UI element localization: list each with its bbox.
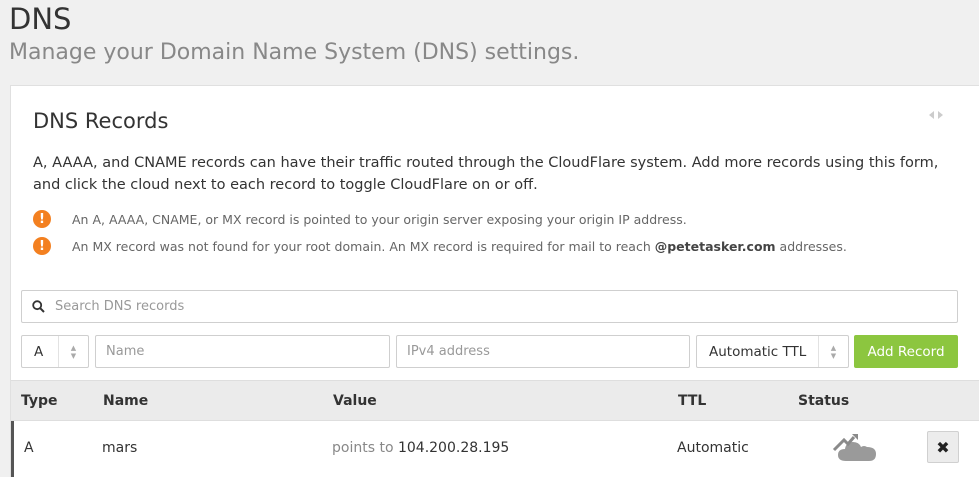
column-header-value: Value xyxy=(333,393,377,409)
search-input[interactable] xyxy=(55,299,935,314)
record-value[interactable]: points to 104.200.28.195 xyxy=(332,440,509,456)
search-box[interactable] xyxy=(21,290,958,323)
page-title: DNS xyxy=(9,2,72,36)
ttl-select[interactable]: Automatic TTL ▲ ▼ xyxy=(696,335,849,368)
ttl-value: Automatic TTL xyxy=(709,343,807,360)
page-subtitle: Manage your Domain Name System (DNS) set… xyxy=(9,40,580,65)
record-ttl[interactable]: Automatic xyxy=(677,440,749,456)
value-field[interactable] xyxy=(396,335,690,368)
warning-mx-missing: ! An MX record was not found for your ro… xyxy=(33,236,847,256)
close-icon: ✖ xyxy=(936,437,950,457)
delete-record-button[interactable]: ✖ xyxy=(927,431,959,463)
name-input[interactable] xyxy=(96,336,389,367)
warning-text: An A, AAAA, CNAME, or MX record is point… xyxy=(72,211,687,227)
search-icon xyxy=(32,300,45,313)
record-type-value: A xyxy=(34,343,44,360)
warning-origin-ip: ! An A, AAAA, CNAME, or MX record is poi… xyxy=(33,209,687,229)
add-record-button[interactable]: Add Record xyxy=(854,335,958,368)
table-row: A mars points to 104.200.28.195 Automati… xyxy=(11,421,979,477)
warning-icon: ! xyxy=(33,237,51,255)
record-type: A xyxy=(24,440,34,456)
ipv4-input[interactable] xyxy=(397,336,689,367)
domain-name: @petetasker.com xyxy=(654,238,776,254)
column-header-type: Type xyxy=(21,393,58,409)
table-header: Type Name Value TTL Status xyxy=(11,380,979,421)
select-arrows-icon: ▲ ▼ xyxy=(58,336,88,367)
collapse-icon[interactable] xyxy=(929,110,943,120)
column-header-ttl: TTL xyxy=(678,393,707,409)
cloud-icon[interactable] xyxy=(832,431,880,465)
record-type-select[interactable]: A ▲ ▼ xyxy=(21,335,89,368)
column-header-status: Status xyxy=(798,393,850,409)
dns-records-card: DNS Records A, AAAA, and CNAME records c… xyxy=(10,85,979,477)
intro-text: A, AAAA, and CNAME records can have thei… xyxy=(33,155,939,193)
warning-icon: ! xyxy=(33,210,51,228)
column-header-name: Name xyxy=(103,393,149,409)
card-title: DNS Records xyxy=(33,109,169,133)
select-arrows-icon: ▲ ▼ xyxy=(818,336,848,367)
warning-text: An MX record was not found for your root… xyxy=(72,238,847,254)
record-name[interactable]: mars xyxy=(102,440,137,456)
name-field[interactable] xyxy=(95,335,390,368)
